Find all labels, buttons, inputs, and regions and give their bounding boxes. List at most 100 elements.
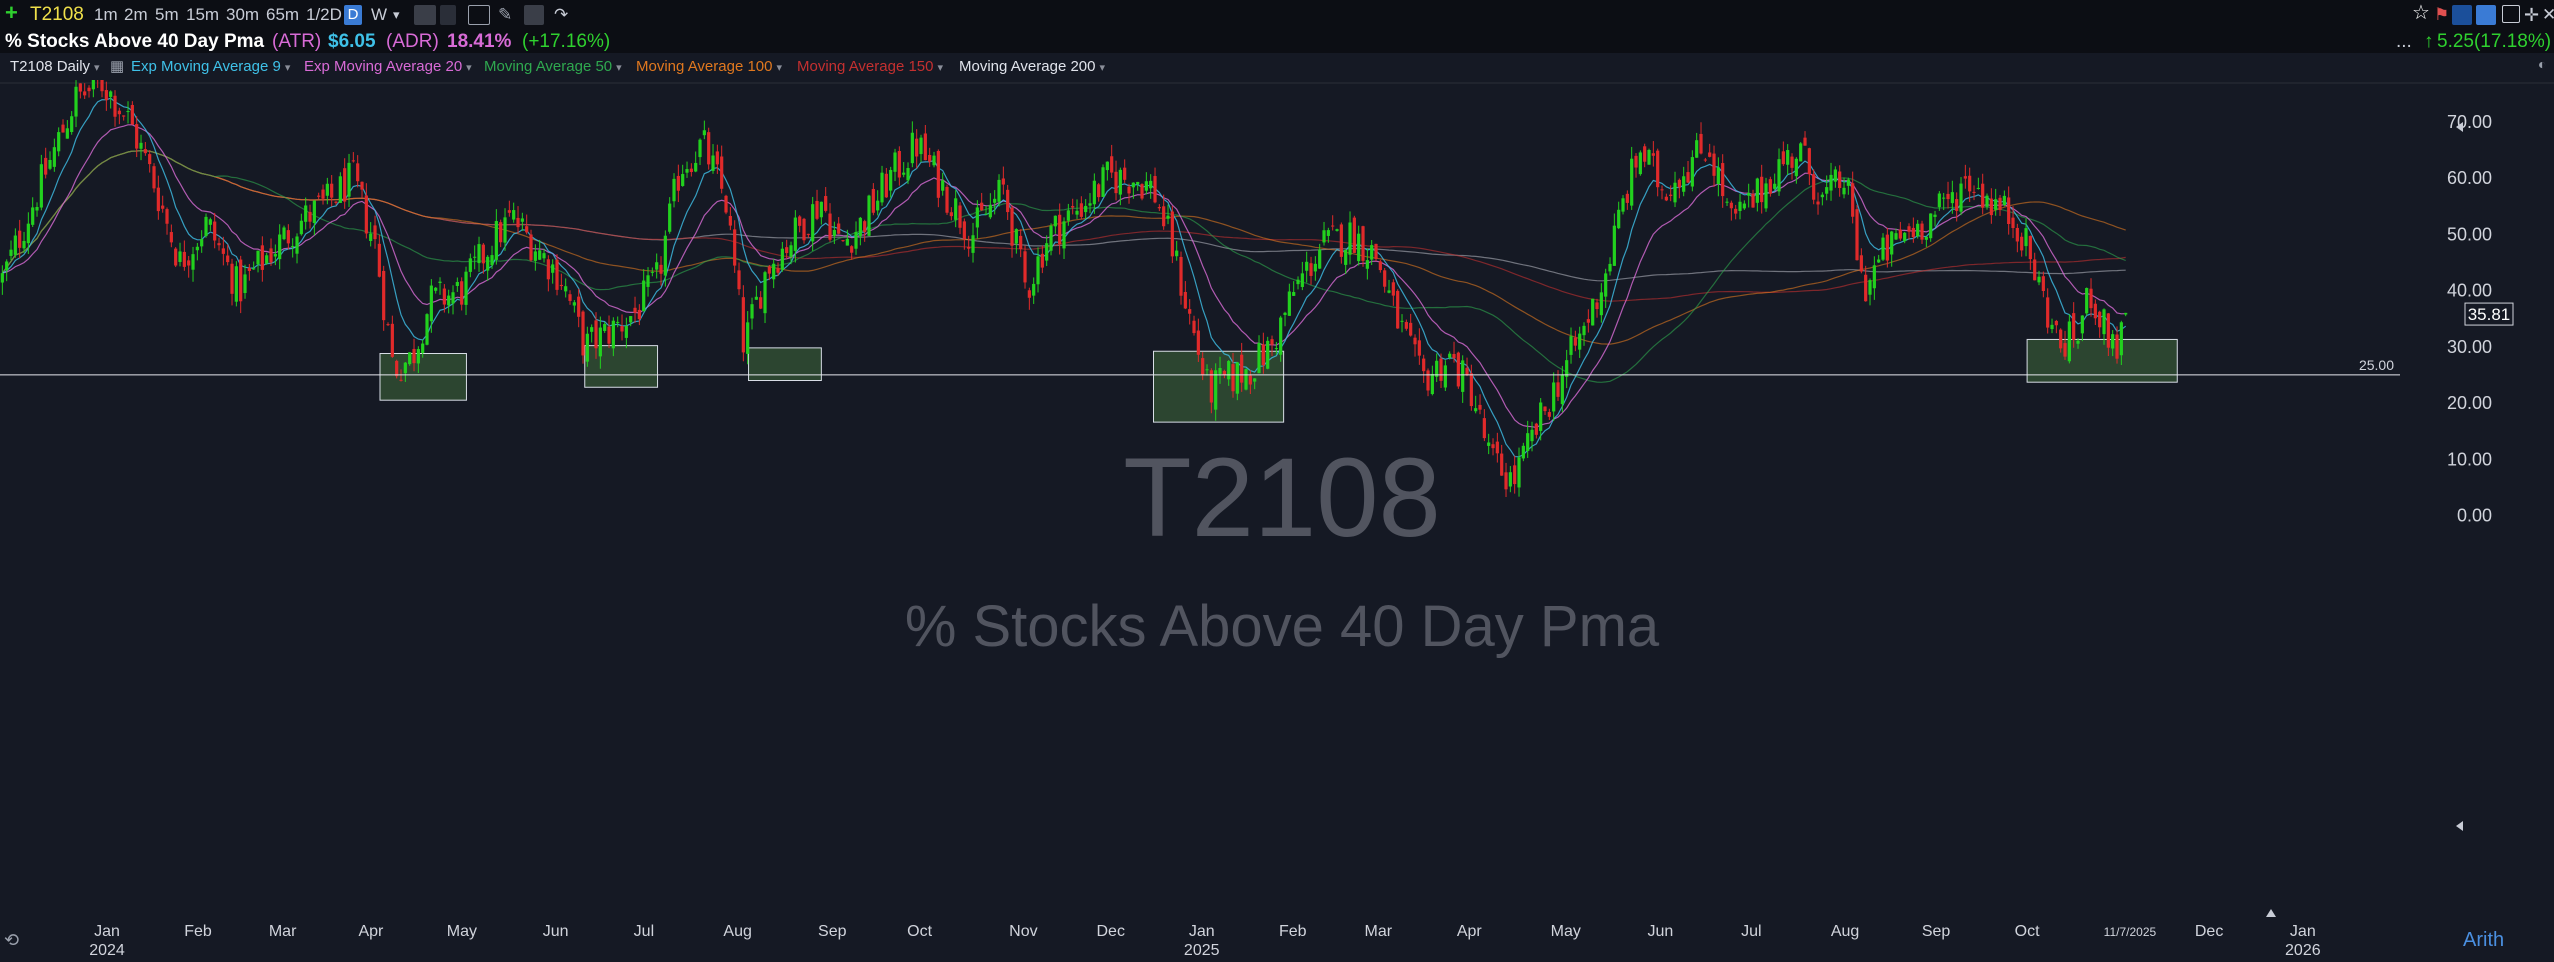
candle-body: [1131, 182, 1135, 188]
candle-body: [447, 295, 451, 306]
window-icon[interactable]: [2502, 5, 2520, 23]
tf-half-day[interactable]: 1/2D: [306, 4, 342, 26]
candle-body: [707, 132, 711, 165]
tf-30m[interactable]: 30m: [226, 4, 259, 26]
candle-body: [1391, 282, 1395, 296]
candle-body: [1742, 203, 1746, 209]
flag-icon[interactable]: ⚑: [2434, 4, 2449, 26]
candle-body: [741, 297, 745, 353]
legend-ema20[interactable]: Exp Moving Average 20 ▾: [304, 58, 472, 77]
candle-body: [676, 175, 680, 191]
candle-body: [1478, 404, 1482, 410]
candle-body: [117, 110, 121, 115]
layout-toggle-icon[interactable]: ◐: [2538, 56, 2546, 72]
candle-body: [1647, 149, 1651, 165]
y-tick-label: 20.00: [2447, 393, 2492, 413]
candle-body: [1097, 184, 1101, 198]
favorite-star-icon[interactable]: ☆: [2412, 2, 2430, 24]
candle-body: [1270, 339, 1274, 345]
add-symbol-icon[interactable]: +: [5, 2, 18, 24]
candle-body: [590, 327, 594, 332]
candle-body: [577, 296, 581, 317]
share-icon[interactable]: ↷: [554, 4, 568, 26]
candle-body: [902, 172, 906, 175]
sx-badge-icon[interactable]: [2476, 5, 2496, 25]
tf-15m[interactable]: 15m: [186, 4, 219, 26]
chevron-down-icon[interactable]: ▾: [1100, 62, 1106, 74]
candle-body: [468, 258, 472, 272]
candle-body: [572, 302, 576, 306]
instrument-info-bar: % Stocks Above 40 Day Pma (ATR) $6.05 (A…: [0, 31, 2554, 53]
chevron-down-icon[interactable]: ▾: [466, 62, 472, 74]
candle-body: [494, 220, 498, 260]
candle-body: [1188, 309, 1192, 314]
chevron-down-icon[interactable]: ▾: [285, 62, 291, 74]
close-icon[interactable]: ✕: [2542, 4, 2554, 26]
symbol-label[interactable]: T2108: [30, 4, 84, 26]
candle-body: [1560, 374, 1564, 405]
candle-body: [1452, 353, 1456, 359]
legend-ma100[interactable]: Moving Average 100 ▾: [636, 58, 782, 77]
x-tick-year-label: 2025: [1184, 942, 1220, 959]
legend-price[interactable]: T2108 Daily ▾: [10, 58, 100, 77]
candle-body: [1890, 231, 1894, 255]
more-dots[interactable]: ...: [2396, 31, 2412, 53]
candle-body: [1838, 171, 1842, 188]
tf-daily-active[interactable]: D: [344, 5, 362, 25]
candle-body: [1348, 222, 1352, 255]
candle-body: [1101, 167, 1105, 197]
candle-body: [1123, 167, 1127, 180]
bar-type-icon[interactable]: [440, 5, 456, 25]
candle-body: [880, 172, 884, 203]
candle-body: [481, 244, 485, 264]
chevron-down-icon[interactable]: ▾: [938, 62, 944, 74]
layout-grid-icon[interactable]: [468, 5, 490, 25]
candle-body: [490, 255, 494, 266]
candle-body: [993, 198, 997, 203]
candle-body: [330, 183, 334, 198]
candle-body: [399, 379, 403, 381]
price-chart[interactable]: T2108 % Stocks Above 40 Day Pma 25.00 0.…: [0, 80, 2554, 962]
legend-ma50[interactable]: Moving Average 50 ▾: [484, 58, 622, 77]
scale-mode-label[interactable]: Arith: [2463, 929, 2504, 952]
legend-ma150[interactable]: Moving Average 150 ▾: [797, 58, 943, 77]
candle-body: [1534, 423, 1538, 435]
candle-body: [1179, 256, 1183, 296]
move-icon[interactable]: ✛: [2524, 4, 2539, 26]
tf-2m[interactable]: 2m: [124, 4, 148, 26]
candle-body: [1322, 230, 1326, 243]
candle-body: [44, 157, 48, 175]
chevron-down-icon[interactable]: ▾: [616, 62, 622, 74]
candle-body: [1790, 156, 1794, 168]
legend-settings-icon[interactable]: ▦: [110, 58, 124, 76]
candle-body: [616, 321, 620, 323]
candle-body: [733, 229, 737, 266]
candle-body: [2089, 288, 2093, 309]
candle-body: [1032, 283, 1036, 296]
legend-ma200[interactable]: Moving Average 200 ▾: [959, 58, 1105, 77]
candle-body: [1205, 369, 1209, 371]
tf-weekly[interactable]: W: [371, 4, 387, 26]
candle-body: [767, 266, 771, 274]
candle-body: [291, 245, 295, 247]
chevron-down-icon[interactable]: ▾: [777, 62, 783, 74]
candle-body: [1136, 181, 1140, 185]
draw-pencil-icon[interactable]: ✎: [498, 4, 512, 26]
candle-body: [1192, 320, 1196, 334]
chart-type-icon[interactable]: [414, 5, 436, 25]
chevron-down-icon[interactable]: ▾: [94, 62, 100, 74]
tf-5m[interactable]: 5m: [155, 4, 179, 26]
tf-1m[interactable]: 1m: [94, 4, 118, 26]
candle-body: [343, 168, 347, 202]
ruler-icon[interactable]: [524, 5, 544, 25]
candle-body: [867, 195, 871, 236]
rt-badge-icon[interactable]: [2452, 5, 2472, 25]
candle-body: [611, 320, 615, 349]
candle-body: [668, 203, 672, 232]
weekly-dropdown-icon[interactable]: ▾: [393, 4, 400, 26]
chart-settings-icon[interactable]: ⟲: [4, 930, 19, 951]
legend-ema9[interactable]: Exp Moving Average 9 ▾: [131, 58, 290, 77]
tf-65m[interactable]: 65m: [266, 4, 299, 26]
candle-body: [191, 254, 195, 270]
candle-body: [1773, 183, 1777, 189]
